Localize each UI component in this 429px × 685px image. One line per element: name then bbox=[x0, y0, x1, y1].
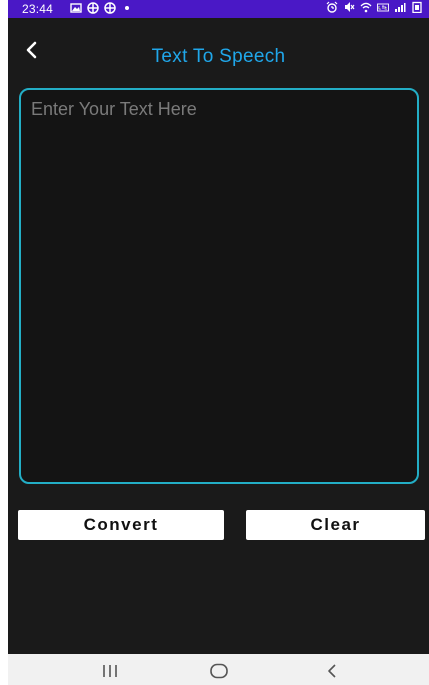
clear-button[interactable]: Clear bbox=[246, 510, 425, 540]
alarm-icon bbox=[326, 1, 338, 13]
home-icon bbox=[210, 663, 228, 679]
app-bar: Text To Speech bbox=[8, 18, 429, 70]
volte-lte-icon bbox=[377, 3, 389, 12]
recent-apps-icon bbox=[103, 665, 117, 677]
text-input-area[interactable] bbox=[19, 88, 419, 484]
vpn-icon bbox=[87, 2, 99, 14]
convert-button[interactable]: Convert bbox=[18, 510, 224, 540]
back-nav-button[interactable] bbox=[321, 662, 343, 680]
home-button[interactable] bbox=[208, 662, 230, 680]
gallery-icon bbox=[70, 3, 82, 13]
status-right-icons bbox=[326, 1, 423, 13]
wifi-icon bbox=[360, 2, 372, 13]
vpn-icon bbox=[104, 2, 116, 14]
status-time: 23:44 bbox=[22, 2, 54, 16]
page-title: Text To Speech bbox=[151, 46, 286, 67]
battery-icon bbox=[412, 1, 422, 13]
status-bar: 23:44 bbox=[8, 0, 429, 18]
recent-apps-button[interactable] bbox=[99, 662, 121, 680]
app-screen: 23:44 Text To Speech Enter Your Text Her… bbox=[8, 0, 429, 685]
system-nav-bar bbox=[8, 654, 429, 685]
status-left-icons bbox=[70, 2, 129, 14]
mute-icon bbox=[345, 2, 355, 12]
signal-icon bbox=[395, 3, 406, 12]
back-icon bbox=[328, 664, 336, 678]
dot-icon bbox=[125, 6, 129, 10]
